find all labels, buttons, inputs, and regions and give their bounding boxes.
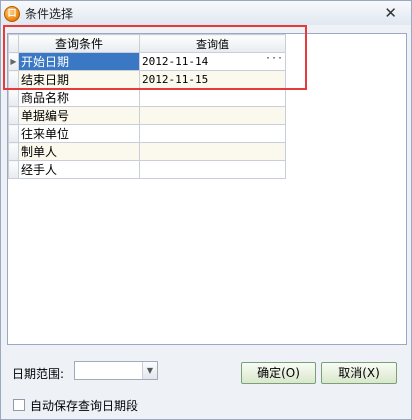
row-indicator (8, 70, 19, 89)
chevron-down-icon[interactable]: ▼ (142, 362, 157, 379)
row-indicator (8, 88, 19, 107)
table-row[interactable]: ▶ 开始日期 2012-11-14 ··· (8, 52, 286, 71)
close-icon[interactable]: ✕ (384, 4, 397, 22)
row-indicator (8, 142, 19, 161)
value-cell[interactable] (139, 124, 286, 143)
date-range-select[interactable]: ▼ (74, 361, 158, 380)
column-header-condition[interactable]: 查询条件 (18, 34, 140, 53)
condition-cell[interactable]: 结束日期 (18, 70, 140, 89)
value-cell[interactable] (139, 142, 286, 161)
condition-cell[interactable]: 制单人 (18, 142, 140, 161)
table-row[interactable]: 往来单位 (8, 124, 286, 143)
date-range-label: 日期范围: (12, 367, 65, 381)
value-cell[interactable]: 2012-11-14 ··· (139, 52, 286, 71)
autosave-checkbox[interactable] (13, 399, 25, 411)
row-indicator (8, 106, 19, 125)
app-icon: 口 (4, 6, 20, 22)
table-row[interactable]: 经手人 (8, 160, 286, 179)
header-row: 查询条件 查询值 (8, 34, 286, 53)
row-indicator (8, 124, 19, 143)
value-text: 2012-11-14 (142, 55, 209, 68)
table-row[interactable]: 单据编号 (8, 106, 286, 125)
value-cell[interactable]: 2012-11-15 (139, 70, 286, 89)
row-indicator-icon: ▶ (8, 52, 19, 71)
condition-cell[interactable]: 开始日期 (18, 52, 140, 71)
condition-cell[interactable]: 经手人 (18, 160, 140, 179)
table-row[interactable]: 商品名称 (8, 88, 286, 107)
dialog-title: 条件选择 (25, 7, 74, 21)
value-cell[interactable] (139, 88, 286, 107)
autosave-label[interactable]: 自动保存查询日期段 (30, 397, 138, 414)
condition-dialog: 口 条件选择 ✕ 查询条件 查询值 ▶ 开始日期 2012-11-14 ··· 结… (0, 0, 412, 420)
column-header-value[interactable]: 查询值 (139, 34, 286, 53)
table-row[interactable]: 结束日期 2012-11-15 (8, 70, 286, 89)
value-cell[interactable] (139, 160, 286, 179)
row-indicator (8, 160, 19, 179)
table-row[interactable]: 制单人 (8, 142, 286, 161)
condition-cell[interactable]: 商品名称 (18, 88, 140, 107)
cancel-button[interactable]: 取消(X) (321, 362, 397, 384)
ellipsis-button[interactable]: ··· (265, 53, 283, 64)
corner-cell (8, 34, 19, 53)
title-bar: 口 条件选择 ✕ (1, 1, 411, 25)
condition-cell[interactable]: 往来单位 (18, 124, 140, 143)
condition-cell[interactable]: 单据编号 (18, 106, 140, 125)
condition-grid: 查询条件 查询值 ▶ 开始日期 2012-11-14 ··· 结束日期 2012-… (7, 33, 407, 345)
value-cell[interactable] (139, 106, 286, 125)
condition-table: 查询条件 查询值 ▶ 开始日期 2012-11-14 ··· 结束日期 2012-… (8, 34, 286, 179)
ok-button[interactable]: 确定(O) (241, 362, 316, 384)
